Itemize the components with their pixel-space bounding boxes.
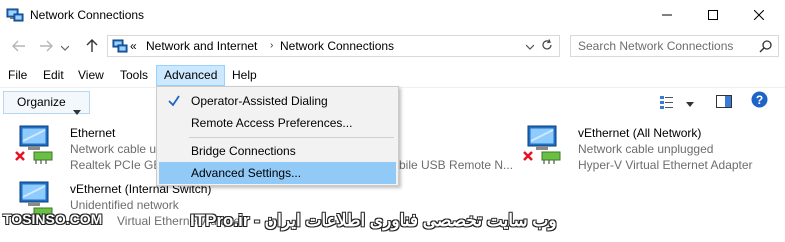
help-button[interactable]: ? (751, 91, 768, 111)
preview-pane-icon (716, 95, 732, 111)
crumb-network-connections[interactable]: Network Connections (280, 39, 394, 53)
dropdown-arrow-icon (686, 96, 694, 110)
menu-view[interactable]: View (71, 65, 111, 86)
menu-item-remote-access-preferences[interactable]: Remote Access Preferences... (159, 112, 396, 134)
title-bar: Network Connections (0, 0, 785, 31)
menu-item-label: Advanced Settings... (191, 166, 302, 180)
window-title: Network Connections (30, 8, 145, 22)
unplugged-x-icon (15, 151, 25, 161)
advanced-menu: Operator-Assisted Dialing Remote Access … (156, 86, 399, 186)
menu-item-label: Bridge Connections (191, 144, 296, 158)
menu-separator (189, 137, 394, 138)
view-details-icon (660, 95, 678, 112)
arrow-left-icon (12, 40, 26, 55)
crumb-network-and-internet[interactable]: Network and Internet (146, 39, 257, 53)
address-overflow[interactable]: « (130, 39, 137, 53)
connection-device: bile USB Remote N... (399, 158, 514, 172)
search-icon[interactable] (759, 39, 773, 53)
network-adapter-icon[interactable] (522, 124, 562, 164)
close-icon (754, 10, 764, 20)
search-box[interactable]: Search Network Connections (570, 35, 779, 57)
network-adapter-icon[interactable] (14, 124, 54, 164)
network-connections-icon (6, 6, 24, 24)
change-view-button[interactable] (660, 95, 678, 111)
up-button[interactable] (82, 38, 102, 56)
chevron-down-icon (60, 40, 70, 54)
connection-status: Network cable unplugged (578, 142, 714, 156)
menu-edit[interactable]: Edit (36, 65, 71, 86)
menu-bar: File Edit View Tools Advanced Help (0, 65, 785, 86)
connection-status: Network cable u (70, 142, 157, 156)
minimize-button[interactable] (644, 0, 690, 30)
connection-device: Realtek PCIe GBE (70, 158, 170, 172)
connection-name[interactable]: vEthernet (All Network) (578, 126, 701, 140)
recent-locations-button[interactable] (58, 38, 72, 56)
refresh-icon (541, 38, 553, 54)
chevron-down-icon (525, 39, 535, 53)
back-button[interactable] (9, 38, 29, 56)
svg-text:?: ? (756, 93, 763, 107)
maximize-icon (708, 10, 718, 20)
menu-help[interactable]: Help (225, 65, 264, 86)
preview-pane-button[interactable] (716, 95, 732, 111)
connection-status: Unidentified network (70, 198, 179, 212)
view-options-dropdown[interactable] (686, 95, 694, 111)
menu-item-label: Remote Access Preferences... (191, 116, 353, 130)
menu-item-advanced-settings[interactable]: Advanced Settings... (159, 162, 396, 184)
help-icon: ? (751, 91, 768, 111)
address-dropdown[interactable] (523, 39, 537, 53)
maximize-button[interactable] (690, 0, 736, 30)
watermark-right: ITPro.ir - وب سایت تخصصی فناوری اطلاعات … (190, 211, 557, 230)
search-input[interactable]: Search Network Connections (578, 39, 733, 53)
menu-item-operator-assisted-dialing[interactable]: Operator-Assisted Dialing (159, 90, 396, 112)
menu-advanced[interactable]: Advanced (156, 65, 225, 86)
organize-label: Organize (17, 95, 66, 109)
arrow-right-icon (39, 40, 53, 55)
watermark-left: TOSINSO.COM (3, 211, 103, 227)
network-folder-icon (112, 38, 128, 54)
menu-item-bridge-connections[interactable]: Bridge Connections (159, 140, 396, 162)
organize-button[interactable]: Organize (3, 91, 90, 115)
connection-name[interactable]: Ethernet (70, 126, 115, 140)
address-bar[interactable]: « Network and Internet › Network Connect… (107, 35, 560, 57)
close-button[interactable] (736, 0, 782, 30)
dropdown-arrow-icon (73, 101, 81, 122)
crumb-separator[interactable]: › (270, 40, 273, 51)
arrow-up-icon (86, 38, 98, 56)
connection-device: Hyper-V Virtual Ethernet Adapter (578, 158, 753, 172)
menu-tools[interactable]: Tools (113, 65, 155, 86)
menu-item-label: Operator-Assisted Dialing (191, 94, 328, 108)
refresh-button[interactable] (539, 38, 555, 54)
unplugged-x-icon (523, 151, 533, 161)
forward-button[interactable] (36, 38, 56, 56)
menu-file[interactable]: File (1, 65, 34, 86)
minimize-icon (662, 10, 672, 20)
